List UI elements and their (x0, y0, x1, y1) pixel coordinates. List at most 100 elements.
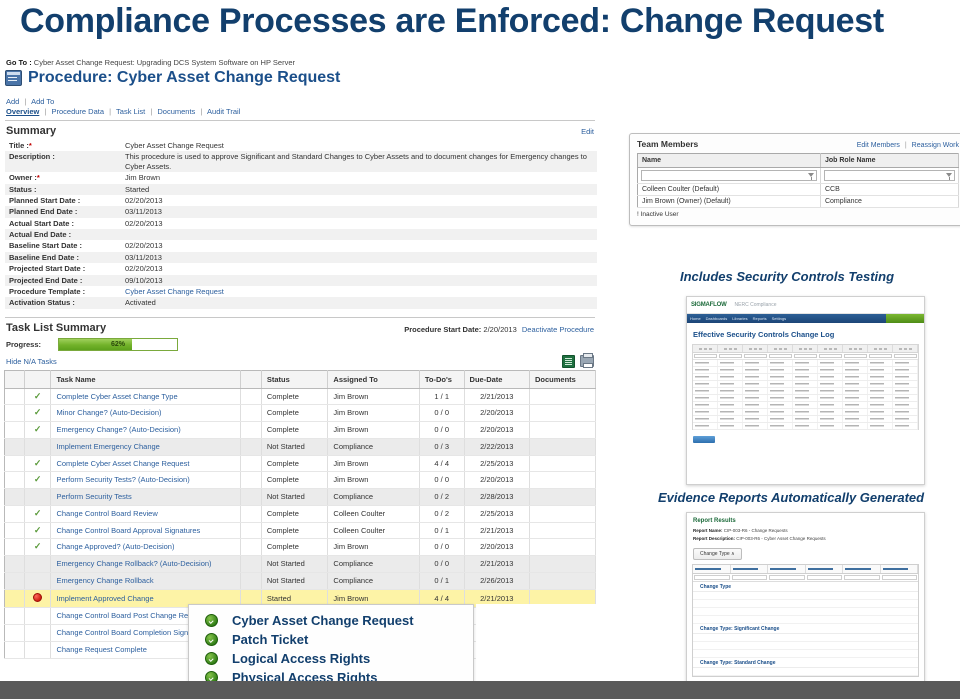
task-name-link[interactable]: Change Control Board Approval Signatures (56, 526, 200, 535)
summary-row-label: Status : (5, 183, 121, 195)
team-member-row: Jim Brown (Owner) (Default) Compliance (637, 195, 960, 208)
report-row (693, 634, 918, 643)
print-icon[interactable] (580, 353, 594, 369)
task-name-cell[interactable]: Change Control Board Approval Signatures (50, 522, 241, 540)
th-assigned-to[interactable]: Assigned To (327, 370, 420, 389)
task-name-link[interactable]: Emergency Change Rollback? (Auto-Decisio… (56, 559, 211, 568)
progress-label: Progress: (6, 339, 42, 349)
task-name-link[interactable]: Complete Cyber Asset Change Request (56, 459, 189, 468)
task-name-link[interactable]: Implement Approved Change (56, 594, 153, 603)
mini-grid-row (693, 395, 918, 402)
excel-export-icon[interactable] (562, 354, 575, 368)
summary-row-label: Title :* (9, 141, 32, 150)
task-name-cell[interactable]: Complete Cyber Asset Change Type (50, 388, 241, 406)
deactivate-procedure-link[interactable]: Deactivate Procedure (522, 325, 594, 334)
task-name-link[interactable]: Change Request Complete (56, 645, 146, 654)
goto-value: Cyber Asset Change Request: Upgrading DC… (33, 58, 296, 67)
task-name-link[interactable]: Minor Change? (Auto-Decision) (56, 408, 161, 417)
tab-task-list[interactable]: Task List (116, 107, 145, 116)
checklist-item-label: Patch Ticket (232, 632, 309, 647)
task-name-link[interactable]: Perform Security Tests (56, 492, 131, 501)
spacer-cell (240, 388, 262, 406)
callout-evidence-reports: Evidence Reports Automatically Generated (658, 490, 925, 505)
role-filter-input[interactable] (823, 170, 955, 181)
tab-audit-trail[interactable]: Audit Trail (207, 107, 240, 116)
tab-procedure-data[interactable]: Procedure Data (52, 107, 105, 116)
task-name-link[interactable]: Complete Cyber Asset Change Type (56, 392, 177, 401)
task-name-cell[interactable]: Complete Cyber Asset Change Request (50, 455, 241, 473)
task-name-link[interactable]: Emergency Change Rollback (56, 576, 153, 585)
th-documents[interactable]: Documents (529, 370, 596, 389)
task-name-cell[interactable]: Perform Security Tests (50, 488, 241, 506)
task-name-link[interactable]: Change Control Board Completion Signatur… (56, 628, 209, 637)
report-group-label[interactable]: Change Type (693, 582, 918, 593)
task-name-link[interactable]: Change Control Board Review (56, 509, 157, 518)
add-to-link[interactable]: Add To (31, 97, 54, 106)
filter-funnel-icon[interactable] (807, 172, 815, 180)
summary-row-value[interactable]: Cyber Asset Change Request (121, 286, 597, 297)
hide-na-tasks-link[interactable]: Hide N/A Tasks (6, 357, 57, 366)
row-status-icon (24, 624, 52, 642)
report-group-label[interactable]: Change Type: Significant Change (693, 624, 918, 635)
task-name-link[interactable]: Perform Security Tests? (Auto-Decision) (56, 475, 189, 484)
mini-nav-home[interactable]: Home (690, 316, 701, 321)
task-name-cell[interactable]: Emergency Change Rollback? (Auto-Decisio… (50, 555, 241, 573)
mini-grid-filters[interactable] (693, 353, 918, 360)
task-name-cell[interactable]: Minor Change? (Auto-Decision) (50, 404, 241, 423)
th-job-role-name[interactable]: Job Role Name (820, 153, 960, 168)
task-name-link[interactable]: Implement Emergency Change (56, 442, 159, 451)
procedure-template-link[interactable]: Cyber Asset Change Request (125, 287, 224, 296)
complete-check-icon: ✓ (24, 421, 52, 439)
tab-overview[interactable]: Overview (6, 107, 39, 116)
th-name[interactable]: Name (637, 153, 821, 168)
role-filter-cell (820, 167, 960, 184)
th-todos[interactable]: To-Do's (419, 370, 465, 389)
task-name-cell[interactable]: Change Control Board Review (50, 505, 241, 523)
task-name-link[interactable]: Emergency Change? (Auto-Decision) (56, 425, 180, 434)
team-members-heading: Team Members (637, 139, 699, 149)
task-documents-cell (529, 471, 596, 490)
task-todos-cell: 0 / 0 (419, 404, 465, 423)
task-name-cell[interactable]: Perform Security Tests? (Auto-Decision) (50, 471, 241, 490)
row-marker (4, 505, 25, 523)
task-name-cell[interactable]: Change Approved? (Auto-Decision) (50, 538, 241, 557)
task-name-cell[interactable]: Implement Emergency Change (50, 438, 241, 456)
task-name-link[interactable]: Change Approved? (Auto-Decision) (56, 542, 174, 551)
complete-check-icon: ✓ (24, 388, 52, 406)
summary-row-label: Actual End Date : (5, 229, 121, 241)
report-grid-filters[interactable] (693, 574, 918, 583)
mini-grid-row (693, 402, 918, 409)
mini-nav-libraries[interactable]: Libraries (732, 316, 747, 321)
name-filter-input[interactable] (641, 170, 817, 181)
row-marker (4, 488, 25, 506)
mini-primary-button[interactable] (693, 436, 715, 443)
table-row: ✓ Change Approved? (Auto-Decision) Complet… (4, 538, 596, 557)
task-name-link[interactable]: Change Control Board Post Change Review (56, 611, 203, 620)
mini-nav-reports[interactable]: Reports (753, 316, 767, 321)
mini-nav-settings[interactable]: Settings (772, 316, 786, 321)
edit-members-link[interactable]: Edit Members (857, 142, 900, 149)
report-name-line: Report Name: CIP-003-R6 - Change Request… (687, 527, 924, 535)
tab-separator: | (109, 107, 112, 116)
task-name-cell[interactable]: Emergency Change? (Auto-Decision) (50, 421, 241, 439)
row-marker (4, 471, 25, 490)
tab-documents[interactable]: Documents (157, 107, 195, 116)
report-row (693, 592, 918, 601)
th-due-date[interactable]: Due-Date (464, 370, 531, 389)
summary-edit-link[interactable]: Edit (581, 127, 594, 136)
th-task-name[interactable]: Task Name (50, 370, 241, 389)
reassign-work-link[interactable]: Reassign Work (912, 142, 959, 149)
th-status[interactable]: Status (261, 370, 329, 389)
task-todos-cell: 0 / 1 (419, 522, 465, 540)
mini-nav-dashboards[interactable]: Dashboards (706, 316, 728, 321)
mini-nav-search-button[interactable] (886, 314, 924, 323)
report-group-label[interactable]: Change Type: Standard Change (693, 658, 918, 669)
task-assigned-cell: Compliance (327, 555, 420, 573)
group-by-chip[interactable]: Change Type ∧ (693, 548, 742, 561)
team-members-panel: Team Members Edit Members | Reassign Wor… (629, 133, 960, 226)
filter-funnel-icon[interactable] (946, 172, 953, 180)
task-name-cell[interactable]: Emergency Change Rollback (50, 572, 241, 590)
summary-row-value: This procedure is used to approve Signif… (121, 151, 597, 173)
page-title: Compliance Processes are Enforced: Chang… (20, 2, 884, 40)
add-link[interactable]: Add (6, 97, 19, 106)
